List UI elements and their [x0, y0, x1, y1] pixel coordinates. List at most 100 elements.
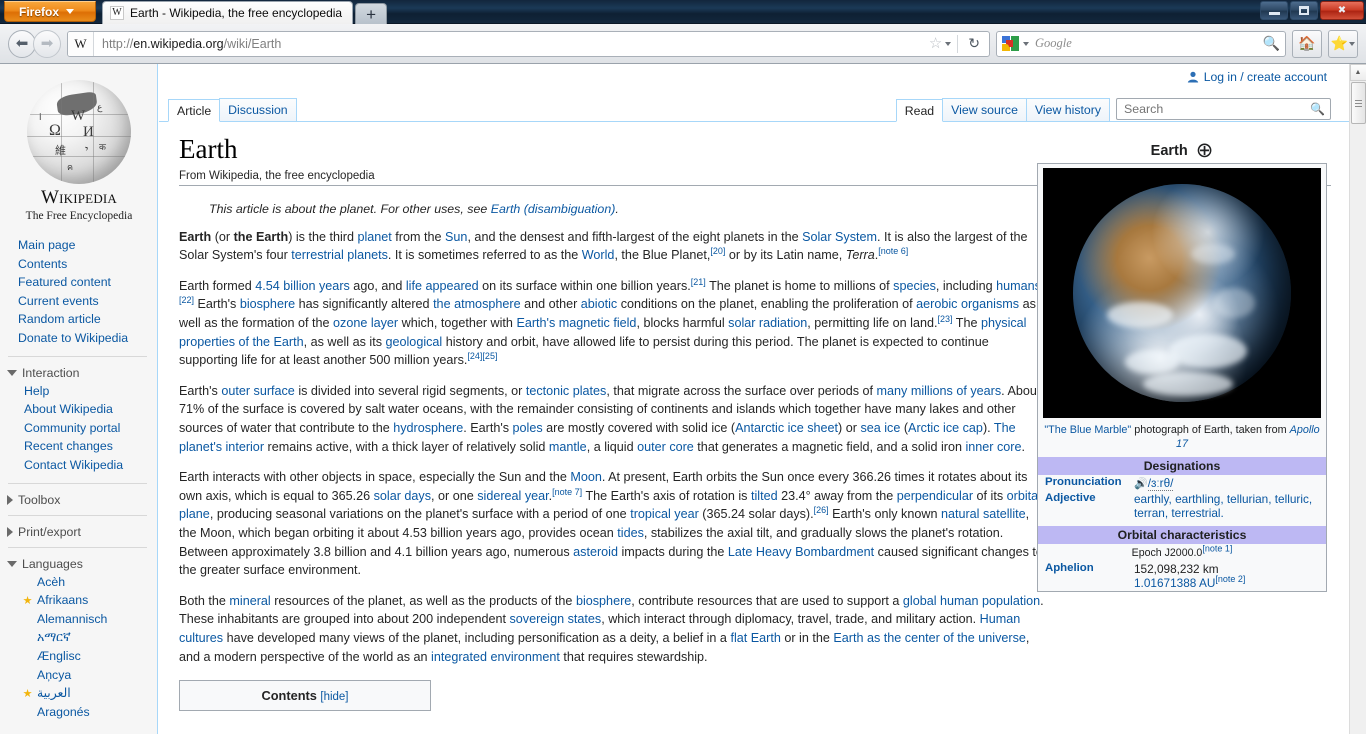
login-create-account-link[interactable]: Log in / create account	[1204, 70, 1327, 84]
link-hydrosphere[interactable]: hydrosphere	[393, 421, 463, 435]
link-tropical-year[interactable]: tropical year	[630, 507, 699, 521]
link-the-atmosphere[interactable]: the atmosphere	[433, 297, 521, 311]
link-tides[interactable]: tides	[617, 526, 644, 540]
link-mantle[interactable]: mantle	[549, 440, 587, 454]
link-sun[interactable]: Sun	[445, 230, 467, 244]
language-label[interactable]: Alemannisch	[37, 610, 107, 629]
language-label[interactable]: Acèh	[37, 573, 65, 592]
tab-discussion[interactable]: Discussion	[219, 98, 297, 121]
bookmark-dropdown-icon[interactable]	[945, 41, 952, 46]
minimize-button[interactable]	[1260, 1, 1288, 20]
link-mineral[interactable]: mineral	[229, 594, 270, 608]
sidebar-item-recent-changes[interactable]: Recent changes	[24, 437, 157, 456]
language-label[interactable]: Aragonés	[37, 703, 90, 722]
link-flat-earth[interactable]: flat Earth	[730, 631, 780, 645]
link-solar-days[interactable]: solar days	[374, 489, 431, 503]
link-tectonic-plates[interactable]: tectonic plates	[526, 384, 607, 398]
language-label[interactable]: Afrikaans	[37, 591, 88, 610]
link-perpendicular[interactable]: perpendicular	[897, 489, 973, 503]
link-asteroid[interactable]: asteroid	[573, 545, 618, 559]
link-outer-core[interactable]: outer core	[637, 440, 694, 454]
link-outer-surface[interactable]: outer surface	[221, 384, 295, 398]
link-world[interactable]: World	[582, 248, 615, 262]
search-input[interactable]	[1122, 101, 1311, 117]
language-label[interactable]: አማርኛ	[37, 628, 71, 647]
scroll-up-button[interactable]: ▲	[1349, 64, 1366, 81]
browser-search-input[interactable]: Google	[1033, 36, 1259, 51]
link-species[interactable]: species	[893, 279, 936, 293]
magnifier-icon[interactable]: 🔍	[1310, 102, 1325, 116]
language-label[interactable]: العربية	[37, 684, 71, 703]
aphelion-au[interactable]: 1.01671388 AU	[1134, 576, 1215, 590]
link-moon[interactable]: Moon	[570, 470, 602, 484]
reload-icon[interactable]: ↻	[964, 35, 984, 52]
hatnote-link[interactable]: Earth (disambiguation)	[491, 202, 616, 216]
link-earths-magnetic-field[interactable]: Earth's magnetic field	[516, 316, 636, 330]
bookmarks-button[interactable]: ⭐	[1328, 29, 1358, 58]
link-humans[interactable]: humans	[996, 279, 1041, 293]
bookmark-star-icon[interactable]: ☆	[929, 36, 942, 51]
new-tab-button[interactable]: +	[355, 3, 388, 24]
link-planet[interactable]: planet	[357, 230, 391, 244]
sidebar-portal-printexport-header[interactable]: Print/export	[0, 525, 157, 539]
ipa-pronunciation[interactable]: /ɜːrθ/	[1147, 476, 1174, 491]
link-many-millions-of-years[interactable]: many millions of years	[877, 384, 1002, 398]
page-scrollbar[interactable]: ▲	[1349, 64, 1366, 734]
caption-blue-marble-link[interactable]: "The Blue Marble"	[1044, 424, 1131, 436]
link-arctic-ice-cap[interactable]: Arctic ice cap	[908, 421, 983, 435]
link-inner-core[interactable]: inner core	[965, 440, 1021, 454]
sidebar-item-contact-wikipedia[interactable]: Contact Wikipedia	[24, 456, 157, 475]
language-item-anglisc[interactable]: Ænglisc	[16, 647, 157, 666]
sidebar-item-contents[interactable]: Contents	[18, 255, 157, 274]
link-geological[interactable]: geological	[386, 335, 443, 349]
language-item-anpcya[interactable]: Aņcya	[16, 666, 157, 685]
language-item-aceh[interactable]: Acèh	[16, 573, 157, 592]
link-life-appeared[interactable]: life appeared	[406, 279, 479, 293]
tab-article[interactable]: Article	[168, 99, 221, 122]
sidebar-item-community-portal[interactable]: Community portal	[24, 419, 157, 438]
sidebar-item-random-article[interactable]: Random article	[18, 310, 157, 329]
scroll-thumb[interactable]	[1350, 82, 1366, 124]
tab-view-history[interactable]: View history	[1025, 98, 1110, 121]
link-454-billion-years[interactable]: 4.54 billion years	[255, 279, 350, 293]
sidebar-item-help[interactable]: Help	[24, 382, 157, 401]
link-integrated-environment[interactable]: integrated environment	[431, 650, 560, 664]
sidebar-item-donate[interactable]: Donate to Wikipedia	[18, 329, 157, 348]
home-button[interactable]: 🏠	[1292, 29, 1322, 58]
language-item-aragones[interactable]: Aragonés	[16, 703, 157, 722]
sidebar-portal-interaction-header[interactable]: Interaction	[0, 366, 157, 380]
reference-21[interactable]: [21]	[691, 277, 706, 287]
reference-26[interactable]: [26]	[814, 505, 829, 515]
sidebar-portal-languages-header[interactable]: Languages	[0, 557, 157, 571]
language-label[interactable]: Ænglisc	[37, 647, 81, 666]
adjective-list[interactable]: earthly, earthling, tellurian, telluric,…	[1134, 492, 1312, 520]
language-item-afrikaans[interactable]: ★ Afrikaans	[16, 591, 157, 610]
sidebar-item-about-wikipedia[interactable]: About Wikipedia	[24, 400, 157, 419]
sidebar-item-current-events[interactable]: Current events	[18, 292, 157, 311]
link-solar-radiation[interactable]: solar radiation	[728, 316, 807, 330]
sidebar-item-main-page[interactable]: Main page	[18, 236, 157, 255]
link-biosphere-2[interactable]: biosphere	[576, 594, 631, 608]
link-antarctic-ice-sheet[interactable]: Antarctic ice sheet	[735, 421, 838, 435]
reference-note-1[interactable]: [note 1]	[1202, 543, 1232, 553]
browser-tab-earth[interactable]: W Earth - Wikipedia, the free encycloped…	[102, 1, 354, 24]
wikipedia-logo[interactable]: W Ω И 維 י ع ا क ค Wikipedia The Free Enc…	[0, 72, 158, 222]
search-magnifier-icon[interactable]: 🔍	[1263, 35, 1280, 52]
close-button[interactable]: ✖	[1320, 1, 1364, 20]
link-abiotic[interactable]: abiotic	[581, 297, 617, 311]
link-ozone-layer[interactable]: ozone layer	[333, 316, 398, 330]
maximize-button[interactable]	[1290, 1, 1318, 20]
link-poles[interactable]: poles	[513, 421, 543, 435]
speaker-icon[interactable]: 🔊	[1134, 478, 1148, 490]
language-label[interactable]: Aņcya	[37, 666, 71, 685]
toc-hide-link[interactable]: [hide]	[320, 691, 348, 703]
search-bar[interactable]: Google 🔍	[996, 30, 1286, 57]
reference-23[interactable]: [23]	[937, 314, 952, 324]
link-aerobic-organisms[interactable]: aerobic organisms	[916, 297, 1019, 311]
link-terrestrial-planets[interactable]: terrestrial planets	[291, 248, 388, 262]
reference-note-7[interactable]: [note 7]	[552, 487, 582, 497]
language-item-arabic[interactable]: ★ العربية	[16, 684, 157, 703]
link-biosphere[interactable]: biosphere	[240, 297, 295, 311]
reference-20[interactable]: [20]	[710, 246, 725, 256]
link-solar-system[interactable]: Solar System	[802, 230, 877, 244]
